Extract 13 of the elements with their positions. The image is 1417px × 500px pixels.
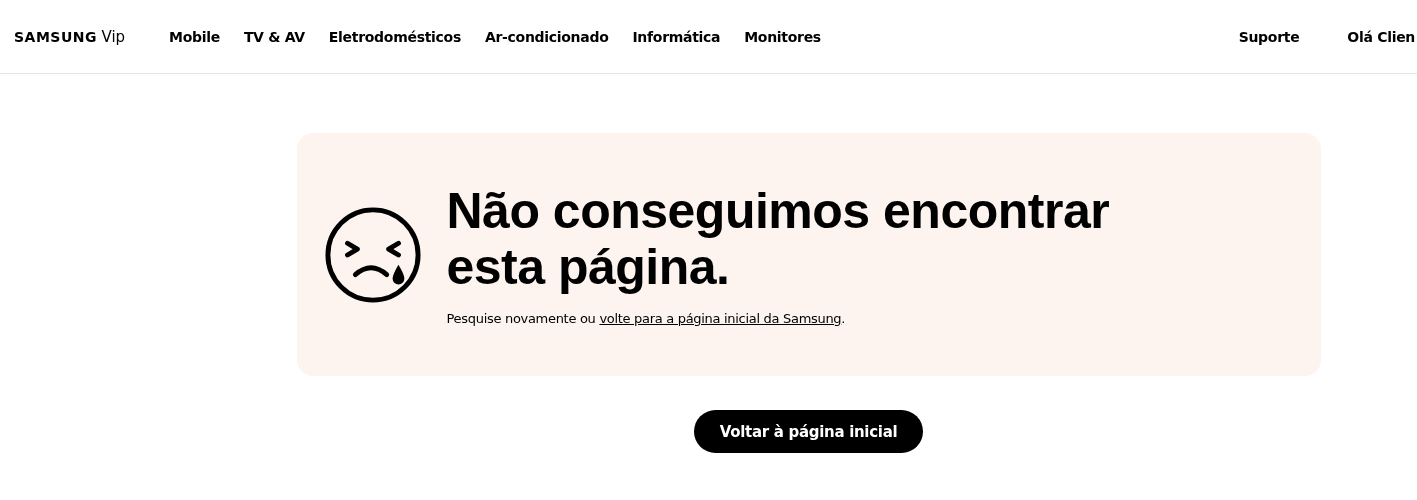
home-button[interactable]: Voltar à página inicial bbox=[693, 410, 924, 453]
nav-link[interactable]: Monitores bbox=[744, 28, 821, 45]
error-heading: Não conseguimos encontrar esta página. bbox=[446, 183, 1111, 295]
nav-link[interactable]: Olá Clien bbox=[1347, 28, 1415, 45]
sad-face-icon bbox=[323, 205, 422, 304]
samsung-logo[interactable]: SAMSUNG Vip bbox=[14, 27, 154, 46]
nav-link[interactable]: Mobile bbox=[169, 28, 220, 45]
nav-link[interactable]: Informática bbox=[632, 28, 721, 45]
nav-link[interactable]: Eletrodomésticos bbox=[328, 28, 461, 45]
nav-link[interactable]: TV & AV bbox=[243, 28, 305, 45]
error-message: Pesquise novamente ou volte para a página inicial da Samsung. bbox=[446, 311, 847, 326]
nav-link[interactable]: Ar-condicionado bbox=[484, 28, 609, 45]
nav-link[interactable]: Suporte bbox=[1238, 28, 1300, 45]
